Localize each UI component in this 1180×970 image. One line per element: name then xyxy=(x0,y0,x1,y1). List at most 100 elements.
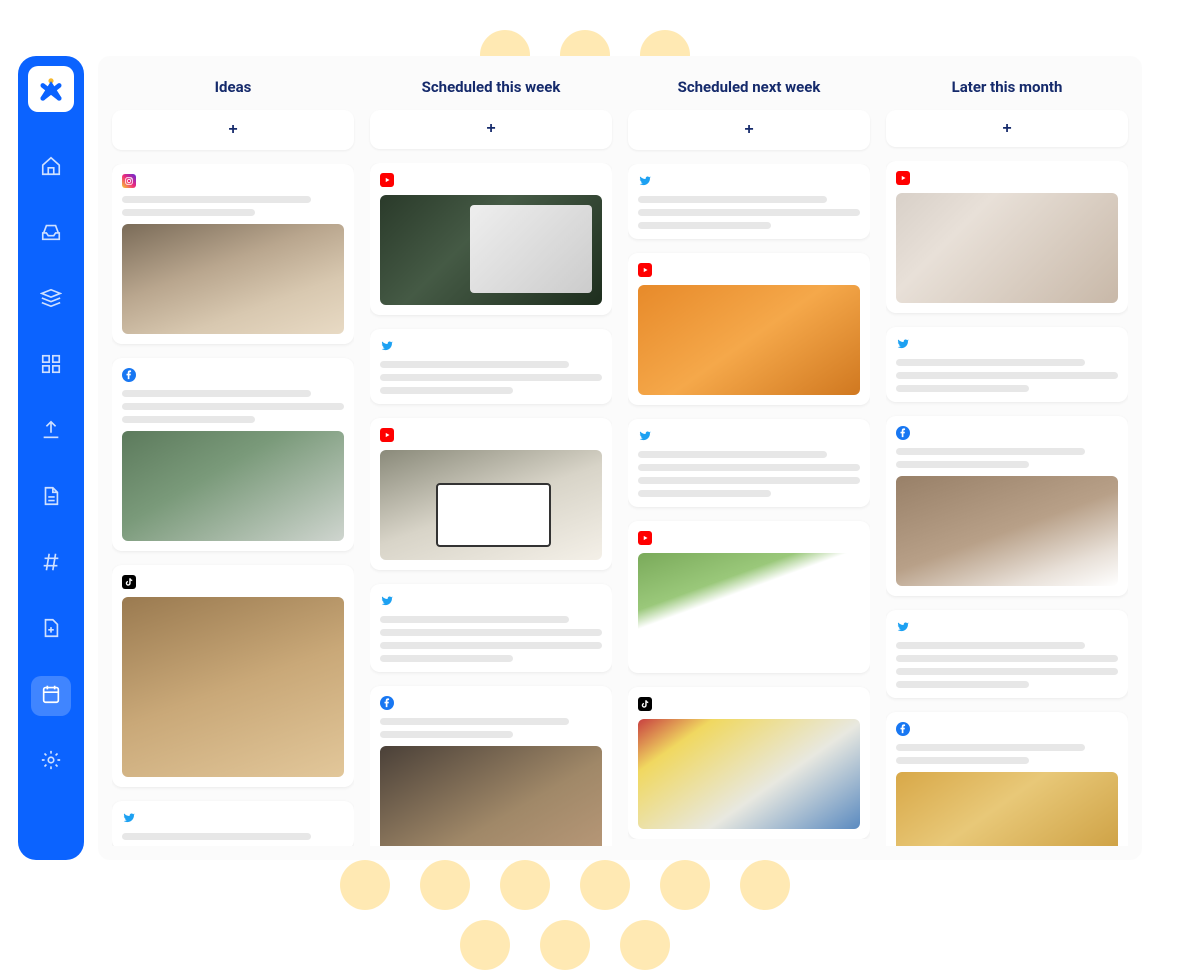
post-image xyxy=(380,450,602,560)
twitter-icon xyxy=(380,339,394,353)
column-title: Scheduled this week xyxy=(370,70,612,110)
post-preview-text xyxy=(638,196,860,229)
column-3: Later this month+ xyxy=(886,70,1128,846)
post-preview-text xyxy=(380,718,602,738)
twitter-icon xyxy=(896,337,910,351)
nav-apps[interactable] xyxy=(31,346,71,386)
new-page-icon xyxy=(40,617,62,643)
column-title: Scheduled next week xyxy=(628,70,870,110)
youtube-icon xyxy=(380,428,394,442)
tiktok-icon xyxy=(638,697,652,711)
nav-new-page[interactable] xyxy=(31,610,71,650)
column-title: Ideas xyxy=(112,70,354,110)
post-image xyxy=(896,193,1118,303)
post-card[interactable] xyxy=(886,161,1128,313)
post-preview-text xyxy=(122,196,344,216)
post-image xyxy=(638,285,860,395)
post-image xyxy=(122,224,344,334)
nav-calendar[interactable] xyxy=(31,676,71,716)
home-icon xyxy=(40,155,62,181)
document-icon xyxy=(40,485,62,511)
post-preview-text xyxy=(896,642,1118,688)
post-card[interactable] xyxy=(112,164,354,344)
nav-settings[interactable] xyxy=(31,742,71,782)
twitter-icon xyxy=(896,620,910,634)
add-card-button[interactable]: + xyxy=(112,110,354,150)
nav-list xyxy=(31,148,71,782)
post-card[interactable] xyxy=(628,253,870,405)
post-image xyxy=(638,553,860,663)
card-list xyxy=(112,164,354,846)
kanban-board: Ideas+Scheduled this week+Scheduled next… xyxy=(98,56,1142,860)
upload-icon xyxy=(40,419,62,445)
facebook-icon xyxy=(122,368,136,382)
post-card[interactable] xyxy=(370,418,612,570)
post-image xyxy=(380,746,602,846)
post-card[interactable] xyxy=(628,687,870,839)
card-list xyxy=(370,163,612,846)
youtube-icon xyxy=(896,171,910,185)
nav-home[interactable] xyxy=(31,148,71,188)
post-card[interactable] xyxy=(370,163,612,315)
post-preview-text xyxy=(896,744,1118,764)
settings-icon xyxy=(40,749,62,775)
post-preview-text xyxy=(122,390,344,423)
post-card[interactable] xyxy=(886,712,1128,846)
post-card[interactable] xyxy=(370,329,612,404)
post-card[interactable] xyxy=(112,801,354,846)
post-card[interactable] xyxy=(112,358,354,551)
nav-inbox[interactable] xyxy=(31,214,71,254)
instagram-icon xyxy=(122,174,136,188)
youtube-icon xyxy=(380,173,394,187)
nav-hashtag[interactable] xyxy=(31,544,71,584)
post-preview-text xyxy=(896,359,1118,392)
column-2: Scheduled next week+ xyxy=(628,70,870,846)
youtube-icon xyxy=(638,531,652,545)
post-card[interactable] xyxy=(370,584,612,672)
facebook-icon xyxy=(896,426,910,440)
twitter-icon xyxy=(380,594,394,608)
nav-upload[interactable] xyxy=(31,412,71,452)
facebook-icon xyxy=(896,722,910,736)
post-card[interactable] xyxy=(628,419,870,507)
card-list xyxy=(628,164,870,839)
post-preview-text xyxy=(380,361,602,394)
column-0: Ideas+ xyxy=(112,70,354,846)
add-card-button[interactable]: + xyxy=(370,110,612,149)
twitter-icon xyxy=(638,429,652,443)
add-card-button[interactable]: + xyxy=(628,110,870,150)
post-card[interactable] xyxy=(112,565,354,787)
youtube-icon xyxy=(638,263,652,277)
apps-icon xyxy=(40,353,62,379)
post-image xyxy=(122,431,344,541)
post-preview-text xyxy=(380,616,602,662)
post-image xyxy=(896,476,1118,586)
post-card[interactable] xyxy=(370,686,612,846)
card-list xyxy=(886,161,1128,846)
inbox-icon xyxy=(40,221,62,247)
post-card[interactable] xyxy=(628,521,870,673)
column-title: Later this month xyxy=(886,70,1128,110)
twitter-icon xyxy=(122,811,136,825)
sidebar xyxy=(18,56,84,860)
post-card[interactable] xyxy=(628,164,870,239)
post-preview-text xyxy=(896,448,1118,468)
add-card-button[interactable]: + xyxy=(886,110,1128,147)
post-image xyxy=(638,719,860,829)
nav-document[interactable] xyxy=(31,478,71,518)
post-card[interactable] xyxy=(886,610,1128,698)
post-card[interactable] xyxy=(886,416,1128,596)
twitter-icon xyxy=(638,174,652,188)
post-preview-text xyxy=(638,451,860,497)
post-image xyxy=(380,195,602,305)
tiktok-icon xyxy=(122,575,136,589)
library-icon xyxy=(40,287,62,313)
post-image xyxy=(122,597,344,777)
nav-library[interactable] xyxy=(31,280,71,320)
app-logo[interactable] xyxy=(28,66,74,112)
post-image xyxy=(896,772,1118,846)
calendar-icon xyxy=(40,683,62,709)
facebook-icon xyxy=(380,696,394,710)
post-card[interactable] xyxy=(886,327,1128,402)
column-1: Scheduled this week+ xyxy=(370,70,612,846)
